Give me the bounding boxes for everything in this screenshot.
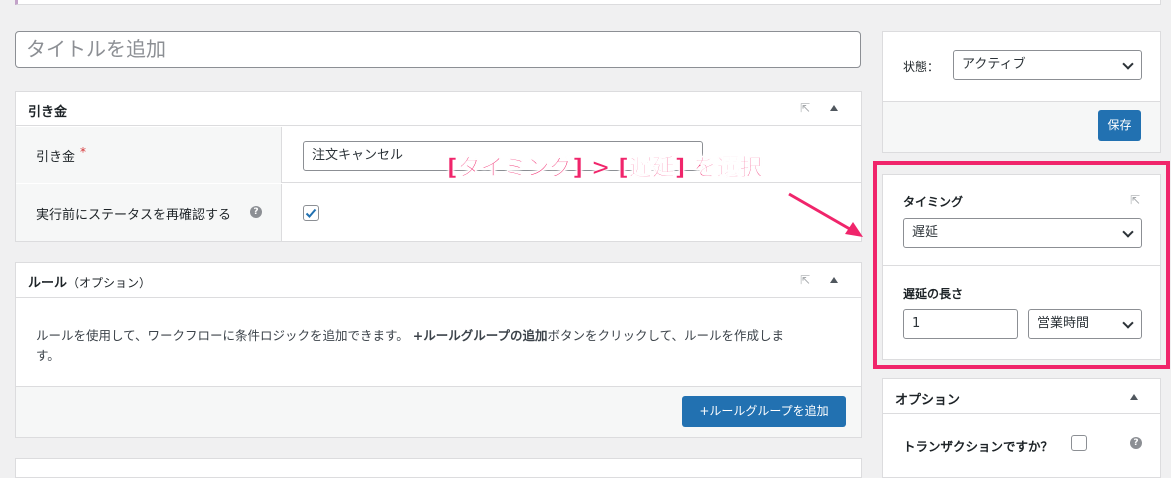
- rules-desc-part1: ルールを使用して、ワークフローに条件ロジックを追加できます。: [36, 328, 413, 343]
- annotation-text: [タイミング] > [遅延] を選択: [447, 155, 763, 182]
- rules-description: ルールを使用して、ワークフローに条件ロジックを追加できます。 +ルールグループの…: [36, 326, 836, 366]
- trigger-postbox-title: 引き金: [28, 105, 68, 120]
- annotation-arrow-icon: [788, 192, 863, 237]
- status-select[interactable]: アクティブ: [953, 50, 1142, 80]
- rules-subtitle: （オプション）: [67, 276, 152, 290]
- checkmark-icon: [305, 208, 317, 218]
- status-label: 状態：: [903, 60, 940, 74]
- help-icon[interactable]: ?: [1130, 437, 1142, 449]
- recheck-label: 実行前にステータスを再確認する: [36, 208, 232, 223]
- options-header: オプション: [883, 379, 1160, 414]
- rules-title: ルール: [28, 276, 68, 291]
- recheck-row: 実行前にステータスを再確認する ?: [16, 184, 861, 241]
- top-strip: [15, 0, 1161, 5]
- timing-highlight-frame: [873, 161, 1170, 369]
- post-title-input[interactable]: タイトルを追加: [15, 31, 861, 68]
- options-title: オプション: [895, 393, 961, 408]
- rules-postbox-title: ルール（オプション）: [28, 272, 151, 291]
- rules-postbox-header: ルール（オプション） ⇱: [16, 263, 861, 298]
- rules-postbox: ルール（オプション） ⇱ ルールを使用して、ワークフローに条件ロジックを追加でき…: [15, 262, 862, 438]
- transaction-label: トランザクションですか？: [903, 439, 1054, 454]
- status-postbox: 状態： アクティブ 保存: [882, 31, 1161, 153]
- save-button[interactable]: 保存: [1098, 110, 1141, 141]
- external-link-icon[interactable]: ⇱: [800, 102, 811, 114]
- external-link-icon[interactable]: ⇱: [800, 274, 811, 286]
- transaction-checkbox[interactable]: [1071, 435, 1087, 451]
- rules-desc-part3: す。: [36, 348, 60, 363]
- trigger-label: 引き金: [36, 150, 76, 165]
- required-mark: *: [80, 145, 86, 159]
- help-icon[interactable]: ?: [250, 206, 262, 218]
- trigger-postbox-header: 引き金 ⇱: [16, 92, 861, 126]
- collapse-arrow-icon[interactable]: [830, 105, 838, 111]
- rules-desc-part2: ボタンをクリックして、ルールを作成しま: [547, 328, 784, 343]
- chevron-down-icon: [1122, 58, 1134, 70]
- collapse-arrow-icon[interactable]: [830, 277, 838, 283]
- next-postbox: [15, 458, 862, 478]
- add-rule-group-button[interactable]: +ルールグループを追加: [682, 396, 846, 427]
- status-value: アクティブ: [962, 57, 1026, 72]
- collapse-arrow-icon[interactable]: [1130, 394, 1138, 400]
- options-postbox: オプション トランザクションですか？ ?: [882, 378, 1161, 478]
- recheck-checkbox[interactable]: [303, 205, 319, 221]
- rules-desc-bold: +ルールグループの追加: [412, 328, 548, 343]
